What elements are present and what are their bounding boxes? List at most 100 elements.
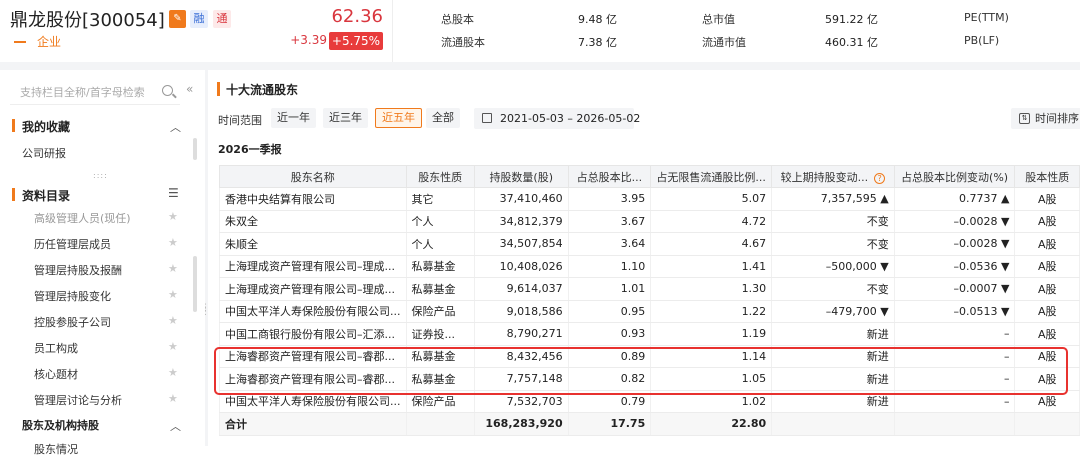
holding-change: 7,357,595 ▲ bbox=[771, 187, 895, 211]
sidebar-item[interactable]: 核心题材 bbox=[34, 366, 78, 382]
sidebar-item[interactable]: 员工构成 bbox=[34, 340, 78, 356]
price-change-pct: +5.75% bbox=[329, 32, 383, 50]
column-header[interactable]: 股东性质 bbox=[405, 165, 475, 188]
chevron-up-icon[interactable]: ︿ bbox=[170, 418, 181, 434]
catalog-title[interactable]: 资料目录 bbox=[22, 187, 70, 204]
star-icon[interactable]: ★ bbox=[168, 314, 178, 327]
holder-name: 香港中央结算有限公司 bbox=[219, 187, 407, 211]
float-ratio: 1.14 bbox=[650, 345, 773, 368]
stock-name: 鼎龙股份[300054] bbox=[10, 10, 165, 31]
star-icon[interactable]: ★ bbox=[168, 210, 178, 223]
range-all-button[interactable]: 全部 bbox=[426, 108, 460, 128]
table-row[interactable]: 中国太平洋人寿保险股份有限公司... 保险产品 9,018,586 0.95 1… bbox=[219, 300, 1080, 323]
stat-value-total-shares: 9.48 亿 bbox=[578, 13, 617, 26]
search-icon[interactable] bbox=[162, 85, 173, 96]
main-panel: 十大流通股东 时间范围 近一年 近三年 近五年 全部 2021-05-03 – … bbox=[208, 70, 1080, 446]
float-ratio: 5.07 bbox=[650, 187, 773, 211]
share-class: A股 bbox=[1014, 210, 1080, 233]
section-marker bbox=[12, 188, 15, 201]
holder-type: 个人 bbox=[405, 232, 475, 256]
total-share-count: 168,283,920 bbox=[473, 412, 569, 436]
total-label: 合计 bbox=[219, 412, 407, 436]
holder-name: 朱双全 bbox=[219, 210, 407, 233]
star-icon[interactable]: ★ bbox=[168, 392, 178, 405]
sidebar-item[interactable]: 历任管理层成员 bbox=[34, 236, 111, 252]
table-row[interactable]: 上海睿郡资产管理有限公司–睿郡... 私募基金 8,432,456 0.89 1… bbox=[219, 345, 1080, 368]
column-header[interactable]: 占总股本比... bbox=[567, 165, 652, 188]
holder-name: 中国太平洋人寿保险股份有限公司... bbox=[219, 390, 407, 413]
collapse-sidebar-icon[interactable]: « bbox=[186, 82, 193, 96]
holder-type: 私募基金 bbox=[405, 345, 475, 368]
sidebar-item[interactable]: 管理层讨论与分析 bbox=[34, 392, 122, 408]
list-icon[interactable]: ☰ bbox=[168, 186, 179, 200]
sidebar-group-shareholders[interactable]: 股东及机构持股 bbox=[22, 417, 99, 433]
table-row[interactable]: 中国工商银行股份有限公司–汇添... 证券投... 8,790,271 0.93… bbox=[219, 322, 1080, 346]
minus-icon[interactable] bbox=[14, 41, 26, 43]
sidebar-item[interactable]: 管理层持股及报酬 bbox=[34, 262, 122, 278]
share-count: 8,790,271 bbox=[473, 322, 569, 346]
range-3y-button[interactable]: 近三年 bbox=[323, 108, 368, 128]
star-icon[interactable]: ★ bbox=[168, 366, 178, 379]
sidebar-item[interactable]: 股东情况 bbox=[34, 441, 78, 457]
holding-change: 不变 bbox=[771, 210, 895, 233]
edit-icon[interactable]: ✎ bbox=[169, 10, 186, 28]
report-period: 2026一季报 bbox=[218, 143, 282, 156]
table-row[interactable]: 朱顺全 个人 34,507,854 3.64 4.67 不变 –0.0028 ▼… bbox=[219, 232, 1080, 256]
column-header[interactable]: 占总股本比例变动(%) bbox=[893, 165, 1016, 188]
price-change: +3.39 bbox=[290, 33, 327, 47]
holder-name: 朱顺全 bbox=[219, 232, 407, 256]
holder-type: 个人 bbox=[405, 210, 475, 233]
star-icon[interactable]: ★ bbox=[168, 236, 178, 249]
share-count: 37,410,460 bbox=[473, 187, 569, 211]
date-range-picker[interactable]: 2021-05-03 – 2026-05-02 bbox=[474, 108, 640, 129]
column-header[interactable]: 股本性质 bbox=[1014, 165, 1080, 188]
float-ratio: 4.72 bbox=[650, 210, 773, 233]
column-header[interactable]: 股东名称 bbox=[219, 165, 407, 188]
share-class: A股 bbox=[1014, 322, 1080, 346]
total-cell bbox=[405, 412, 475, 436]
range-5y-button[interactable]: 近五年 bbox=[375, 108, 422, 128]
sidebar-item[interactable]: 高级管理人员(现任) bbox=[34, 210, 131, 226]
time-sort-button[interactable]: ⇅ 时间排序 bbox=[1011, 108, 1080, 129]
resize-handle[interactable]: :::: bbox=[93, 171, 108, 180]
ratio-change: –0.0028 ▼ bbox=[893, 210, 1016, 233]
sidebar-item[interactable]: 控股参股子公司 bbox=[34, 314, 111, 330]
holder-name: 中国太平洋人寿保险股份有限公司... bbox=[219, 300, 407, 323]
catalog-scrollbar[interactable] bbox=[193, 256, 197, 312]
star-icon[interactable]: ★ bbox=[168, 340, 178, 353]
range-1y-button[interactable]: 近一年 bbox=[271, 108, 316, 128]
share-class: A股 bbox=[1014, 367, 1080, 391]
table-row[interactable]: 香港中央结算有限公司 其它 37,410,460 3.95 5.07 7,357… bbox=[219, 187, 1080, 211]
table-row[interactable]: 中国太平洋人寿保险股份有限公司... 保险产品 7,532,703 0.79 1… bbox=[219, 390, 1080, 413]
favorites-scrollbar[interactable] bbox=[193, 138, 197, 160]
star-icon[interactable]: ★ bbox=[168, 262, 178, 275]
search-placeholder: 支持栏目全称/首字母检索 bbox=[20, 86, 145, 99]
holding-change: –500,000 ▼ bbox=[771, 255, 895, 278]
star-icon[interactable]: ★ bbox=[168, 288, 178, 301]
holders-table: 股东名称 股东性质 持股数量(股) 占总股本比... 占无限售流通股比例... … bbox=[219, 165, 1080, 436]
column-header-label: 较上期持股变动... bbox=[780, 170, 869, 184]
table-row[interactable]: 上海理成资产管理有限公司–理成... 私募基金 9,614,037 1.01 1… bbox=[219, 277, 1080, 301]
stat-value-float-shares: 7.38 亿 bbox=[578, 36, 617, 49]
float-ratio: 1.30 bbox=[650, 277, 773, 301]
column-header[interactable]: 占无限售流通股比例... bbox=[650, 165, 773, 188]
favorites-title[interactable]: 我的收藏 bbox=[22, 118, 70, 135]
table-row[interactable]: 上海睿郡资产管理有限公司–睿郡... 私募基金 7,757,148 0.82 1… bbox=[219, 367, 1080, 391]
share-class: A股 bbox=[1014, 277, 1080, 301]
float-ratio: 1.41 bbox=[650, 255, 773, 278]
stat-label-market-cap: 总市值 bbox=[702, 13, 735, 26]
total-cell bbox=[893, 412, 1016, 436]
ratio-change: –0.0513 ▼ bbox=[893, 300, 1016, 323]
table-row[interactable]: 朱双全 个人 34,812,379 3.67 4.72 不变 –0.0028 ▼… bbox=[219, 210, 1080, 233]
search-input[interactable]: 支持栏目全称/首字母检索 bbox=[10, 79, 180, 105]
sidebar-item[interactable]: 管理层持股变化 bbox=[34, 288, 111, 304]
help-icon[interactable]: ? bbox=[874, 172, 886, 184]
sidebar-item-company-research[interactable]: 公司研报 bbox=[22, 145, 66, 161]
table-row[interactable]: 上海理成资产管理有限公司–理成... 私募基金 10,408,026 1.10 … bbox=[219, 255, 1080, 278]
share-class: A股 bbox=[1014, 390, 1080, 413]
column-header[interactable]: 较上期持股变动...? bbox=[771, 165, 895, 188]
column-header[interactable]: 持股数量(股) bbox=[473, 165, 569, 188]
share-count: 10,408,026 bbox=[473, 255, 569, 278]
holder-name: 中国工商银行股份有限公司–汇添... bbox=[219, 322, 407, 346]
chevron-up-icon[interactable]: ︿ bbox=[170, 119, 181, 135]
